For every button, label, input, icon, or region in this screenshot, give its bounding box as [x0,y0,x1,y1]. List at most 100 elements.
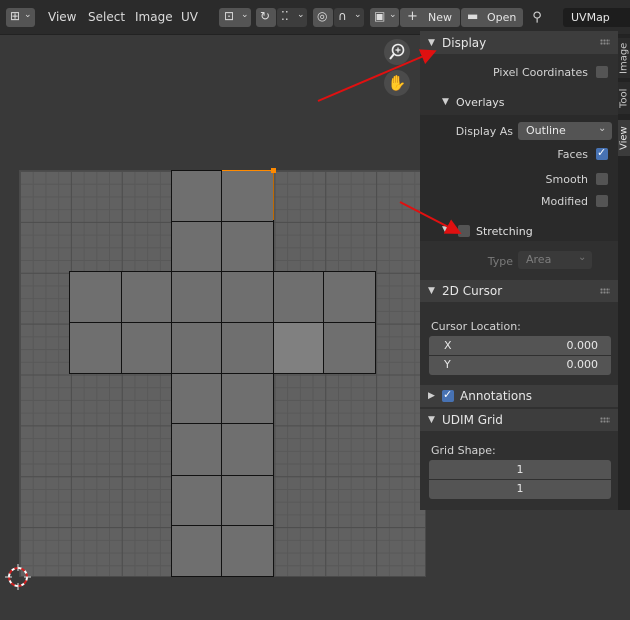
image-icon: ▣ [374,9,386,23]
uv-face[interactable] [171,271,222,323]
falloff-curve-icon: ∩ [338,9,347,23]
cursor-y-field[interactable]: Y 0.000 [429,356,611,375]
open-image-button[interactable]: ▬ Open [461,8,523,27]
overlays-title: Overlays [456,96,505,109]
chevron-down-icon: ▼ [428,415,435,425]
tab-tool[interactable]: Tool [618,82,630,114]
uv-face[interactable] [323,271,376,323]
uv-face[interactable] [221,423,274,476]
grid-shape-label: Grid Shape: [431,444,496,457]
modified-label: Modified [541,195,588,208]
2d-cursor-icon[interactable] [5,564,31,590]
zoom-icon[interactable] [384,39,410,65]
drag-grip-icon[interactable] [600,39,610,45]
menu-uv[interactable]: UV [181,10,198,24]
uv-face[interactable] [221,373,274,424]
uv-face[interactable] [171,475,222,526]
pivot-point-dropdown[interactable]: ⊡ ⌄ [219,8,251,27]
uv-face[interactable] [69,322,122,374]
cursor-y-label: Y [444,358,451,371]
uv-face[interactable] [273,271,324,323]
cursor-x-field[interactable]: X 0.000 [429,336,611,355]
smooth-label: Smooth [545,173,588,186]
drag-grip-icon[interactable] [600,417,610,423]
grid-shape-y-value: 1 [516,482,524,495]
stretching-type-value: Area [526,253,552,266]
cursor-x-label: X [444,339,452,352]
uv-face[interactable] [221,221,274,272]
menu-view[interactable]: View [48,10,76,24]
selected-edge[interactable] [273,170,274,220]
annotations-checkbox[interactable] [442,388,454,402]
selected-vertex[interactable] [271,168,276,173]
menu-image[interactable]: Image [135,10,173,24]
browse-image-dropdown[interactable]: ▣ ⌄ [370,8,399,27]
uv-editor-icon: ⊞ [10,9,21,23]
uvmap-field[interactable]: UVMap [563,8,630,27]
chevron-down-icon: ⌄ [354,10,362,20]
selected-edge[interactable] [222,170,274,171]
open-label: Open [487,11,517,24]
pan-hand-icon[interactable]: ✋ [384,70,410,96]
grid-shape-x-value: 1 [516,463,524,476]
chevron-down-icon: ⌄ [598,123,607,134]
uv-face[interactable] [171,221,222,272]
menu-select[interactable]: Select [88,10,125,24]
overlays-subpanel-header[interactable]: ▼ Overlays [420,92,618,114]
uv-face[interactable] [221,322,274,374]
tab-image[interactable]: Image [618,38,630,78]
cursor-panel-header[interactable]: ▼ 2D Cursor [420,280,618,302]
editor-type-button[interactable]: ⊞ ⌄ [6,8,35,27]
uv-face[interactable] [171,373,222,424]
uv-face-highlighted[interactable] [273,322,324,374]
chevron-down-icon: ⌄ [578,252,587,263]
uv-face[interactable] [171,423,222,476]
proportional-editing-toggle[interactable]: ◎ [313,8,333,27]
uv-face[interactable] [221,271,274,323]
stretching-title: Stretching [476,225,533,238]
uv-face[interactable] [221,475,274,526]
uv-face[interactable] [171,525,222,577]
modified-checkbox[interactable] [596,195,608,207]
uvmap-value: UVMap [571,11,610,24]
uv-face[interactable] [121,322,172,374]
stretching-subpanel-header[interactable]: ▼ Stretching [420,220,618,242]
display-panel-header[interactable]: ▼ Display [420,31,618,54]
stretching-type-dropdown[interactable]: Area ⌄ [518,251,592,269]
uv-face[interactable] [171,322,222,374]
uv-sticky-select-dropdown[interactable]: ⁚⁚ ⌄ [277,8,307,27]
chevron-down-icon: ▼ [428,37,435,48]
stretching-checkbox[interactable] [458,225,470,237]
annotations-panel-header[interactable]: ▶ Annotations [420,385,618,407]
falloff-dropdown[interactable]: ∩ ⌄ [334,8,364,27]
uv-face[interactable] [323,322,376,374]
annotations-title: Annotations [460,389,533,403]
grid-shape-x-field[interactable]: 1 [429,460,611,479]
tab-view[interactable]: View [618,120,630,156]
display-as-dropdown[interactable]: Outline ⌄ [518,122,612,140]
grid-shape-y-field[interactable]: 1 [429,480,611,499]
udim-panel-header[interactable]: ▼ UDIM Grid [420,409,618,431]
drag-grip-icon[interactable] [600,288,610,294]
chevron-down-icon: ⌄ [241,10,249,20]
display-as-label: Display As [455,125,513,138]
uv-face[interactable] [69,271,122,323]
chevron-down-icon: ⌄ [24,10,32,20]
chevron-down-icon: ▼ [428,286,435,296]
folder-icon: ▬ [467,9,479,23]
cursor-location-label: Cursor Location: [431,320,521,333]
uv-face[interactable] [121,271,172,323]
new-image-button[interactable]: + New [400,8,460,27]
uv-face[interactable] [221,170,274,222]
faces-checkbox[interactable] [596,146,608,160]
sync-selection-toggle[interactable]: ↻ [256,8,276,27]
pin-icon[interactable]: ⚲ [529,8,545,27]
proportional-editing-icon: ◎ [317,9,328,23]
cursor-y-value: 0.000 [566,358,599,371]
pixel-coordinates-checkbox[interactable] [596,66,608,78]
chevron-down-icon: ⌄ [389,10,397,20]
uv-face[interactable] [171,170,222,222]
smooth-checkbox[interactable] [596,173,608,185]
chevron-down-icon: ⌄ [297,10,305,20]
uv-face[interactable] [221,525,274,577]
